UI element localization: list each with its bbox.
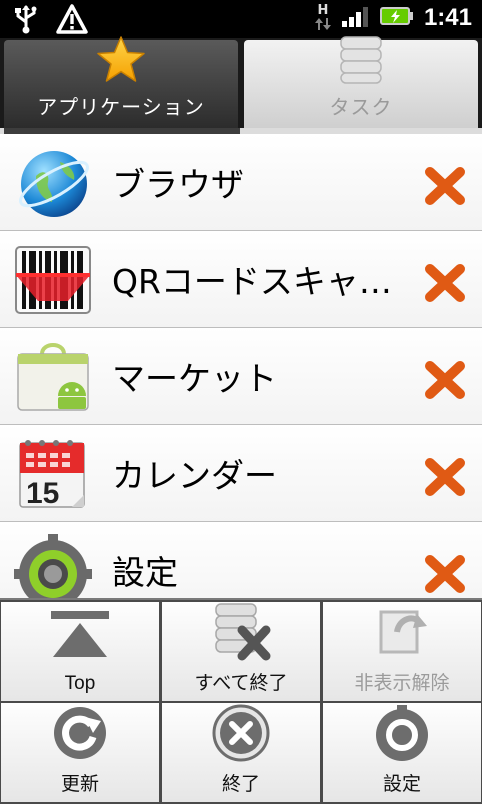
stack-x-icon	[206, 602, 276, 662]
app-list: ブラウザ QRコードスキャ… マーケット 15 カレンダー 設定	[0, 134, 482, 619]
menu-kill-all-button[interactable]: すべて終了	[162, 602, 320, 701]
calendar-icon: 15	[14, 437, 92, 511]
menu-unhide-button[interactable]: 非表示解除	[323, 602, 481, 701]
network-type-label: H	[317, 3, 329, 18]
menu-top-button[interactable]: Top	[1, 602, 159, 701]
list-item[interactable]: ブラウザ	[0, 134, 482, 231]
list-item[interactable]: マーケット	[0, 328, 482, 425]
network-arrows-icon: H	[314, 3, 332, 31]
settings-ring-icon	[367, 703, 437, 763]
close-icon[interactable]	[422, 261, 468, 305]
battery-charging-icon	[379, 5, 414, 31]
close-icon[interactable]	[422, 164, 468, 208]
unhide-icon	[367, 602, 437, 662]
menu-label: 設定	[382, 774, 421, 795]
menu-label: Top	[64, 673, 96, 694]
clock: 1:41	[423, 4, 472, 31]
close-icon[interactable]	[422, 455, 468, 499]
app-name: 設定	[112, 553, 178, 592]
menu-exit-button[interactable]: 終了	[162, 703, 320, 802]
list-item[interactable]: 15 カレンダー	[0, 425, 482, 522]
tab-tasks-label: タスク	[329, 95, 393, 119]
tab-applications-label: アプリケーション	[37, 95, 205, 119]
stack-icon	[338, 35, 384, 89]
list-item[interactable]: QRコードスキャ…	[0, 231, 482, 328]
signal-icon	[341, 5, 370, 31]
settings-icon	[14, 534, 92, 610]
usb-icon	[14, 4, 38, 38]
tab-applications[interactable]: アプリケーション	[4, 36, 238, 128]
app-name: QRコードスキャ…	[112, 262, 392, 301]
close-icon[interactable]	[422, 358, 468, 402]
app-name: カレンダー	[112, 456, 277, 495]
status-bar: H 1:41	[0, 0, 482, 38]
tab-tasks[interactable]: タスク	[244, 36, 478, 128]
close-circle-icon	[206, 703, 276, 763]
options-menu: Top すべて終了 非表示解除 更新 終了 設定	[0, 598, 482, 804]
close-icon[interactable]	[422, 552, 468, 596]
menu-label: 更新	[60, 774, 99, 795]
app-name: ブラウザ	[112, 165, 244, 204]
tab-bar: アプリケーション タスク	[0, 36, 482, 134]
calendar-day: 15	[26, 477, 59, 510]
app-name: マーケット	[112, 359, 277, 398]
globe-icon	[14, 146, 92, 220]
menu-label: 終了	[221, 774, 260, 795]
menu-settings-button[interactable]: 設定	[323, 703, 481, 802]
star-icon	[95, 35, 147, 89]
barcode-icon	[14, 243, 92, 317]
refresh-icon	[45, 703, 115, 763]
market-icon	[14, 340, 92, 414]
menu-refresh-button[interactable]: 更新	[1, 703, 159, 802]
warning-icon	[56, 4, 88, 38]
menu-label: 非表示解除	[354, 673, 450, 694]
menu-label: すべて終了	[194, 673, 288, 694]
top-arrow-icon	[45, 607, 115, 667]
